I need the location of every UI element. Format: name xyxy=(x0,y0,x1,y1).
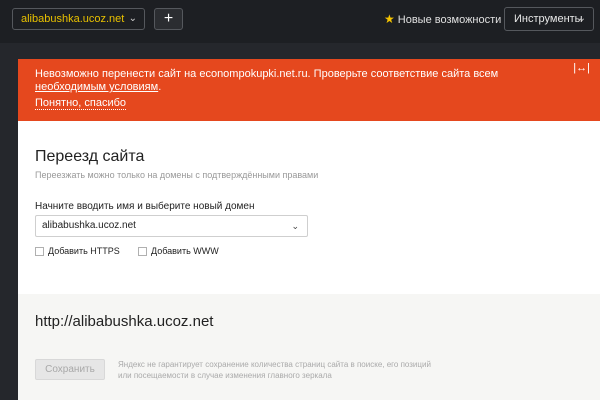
alert-text-after: . xyxy=(158,81,162,93)
expand-icon[interactable]: |↔| xyxy=(573,62,590,74)
dismiss-alert-link[interactable]: Понятно, спасибо xyxy=(35,97,127,110)
error-alert: Невозможно перенести сайт на econompokup… xyxy=(18,59,600,121)
current-site-url: http://alibabushka.ucoz.net xyxy=(35,313,214,330)
chevron-down-icon: ⌄ xyxy=(291,221,299,231)
star-icon: ★ xyxy=(384,12,395,26)
page-subtitle: Переезжать можно только на домены с подт… xyxy=(35,170,319,180)
new-features-link[interactable]: ★ Новые возможности xyxy=(384,11,501,28)
disclaimer-text: Яндекс не гарантирует сохранение количес… xyxy=(118,360,431,380)
conditions-link[interactable]: необходимым условиям xyxy=(35,81,158,93)
site-move-form: Переезд сайта Переезжать можно только на… xyxy=(18,121,600,294)
top-bar: alibabushka.ucoz.net ⌄ + ★ Новые возможно… xyxy=(0,0,600,43)
add-site-button[interactable]: + xyxy=(154,8,183,30)
tools-menu-button[interactable]: Инструменты ⌄ xyxy=(504,7,594,31)
checkbox-box[interactable] xyxy=(35,247,44,256)
site-selector-label: alibabushka.ucoz.net xyxy=(21,13,125,25)
add-www-label: Добавить WWW xyxy=(151,246,219,256)
domain-field-label: Начните вводить имя и выберите новый дом… xyxy=(35,201,255,212)
checkbox-box[interactable] xyxy=(138,247,147,256)
add-https-label: Добавить HTTPS xyxy=(48,246,120,256)
new-domain-select[interactable]: alibabushka.ucoz.net ⌄ xyxy=(35,215,308,237)
add-www-checkbox[interactable]: Добавить WWW xyxy=(138,246,219,256)
result-panel: http://alibabushka.ucoz.net Сохранить Ян… xyxy=(18,294,600,400)
chevron-down-icon: ⌄ xyxy=(577,13,586,24)
add-https-checkbox[interactable]: Добавить HTTPS xyxy=(35,246,120,256)
tools-label: Инструменты xyxy=(514,13,583,25)
alert-text-before: Невозможно перенести сайт на econompokup… xyxy=(35,68,499,80)
new-domain-value: alibabushka.ucoz.net xyxy=(42,220,136,231)
save-button[interactable]: Сохранить xyxy=(35,359,105,380)
chevron-down-icon: ⌄ xyxy=(128,13,137,24)
alert-message: Невозможно перенести сайт на econompokup… xyxy=(35,68,555,94)
new-features-label: Новые возможности xyxy=(397,14,502,26)
page-title: Переезд сайта xyxy=(35,148,145,165)
site-selector[interactable]: alibabushka.ucoz.net ⌄ xyxy=(12,8,145,30)
